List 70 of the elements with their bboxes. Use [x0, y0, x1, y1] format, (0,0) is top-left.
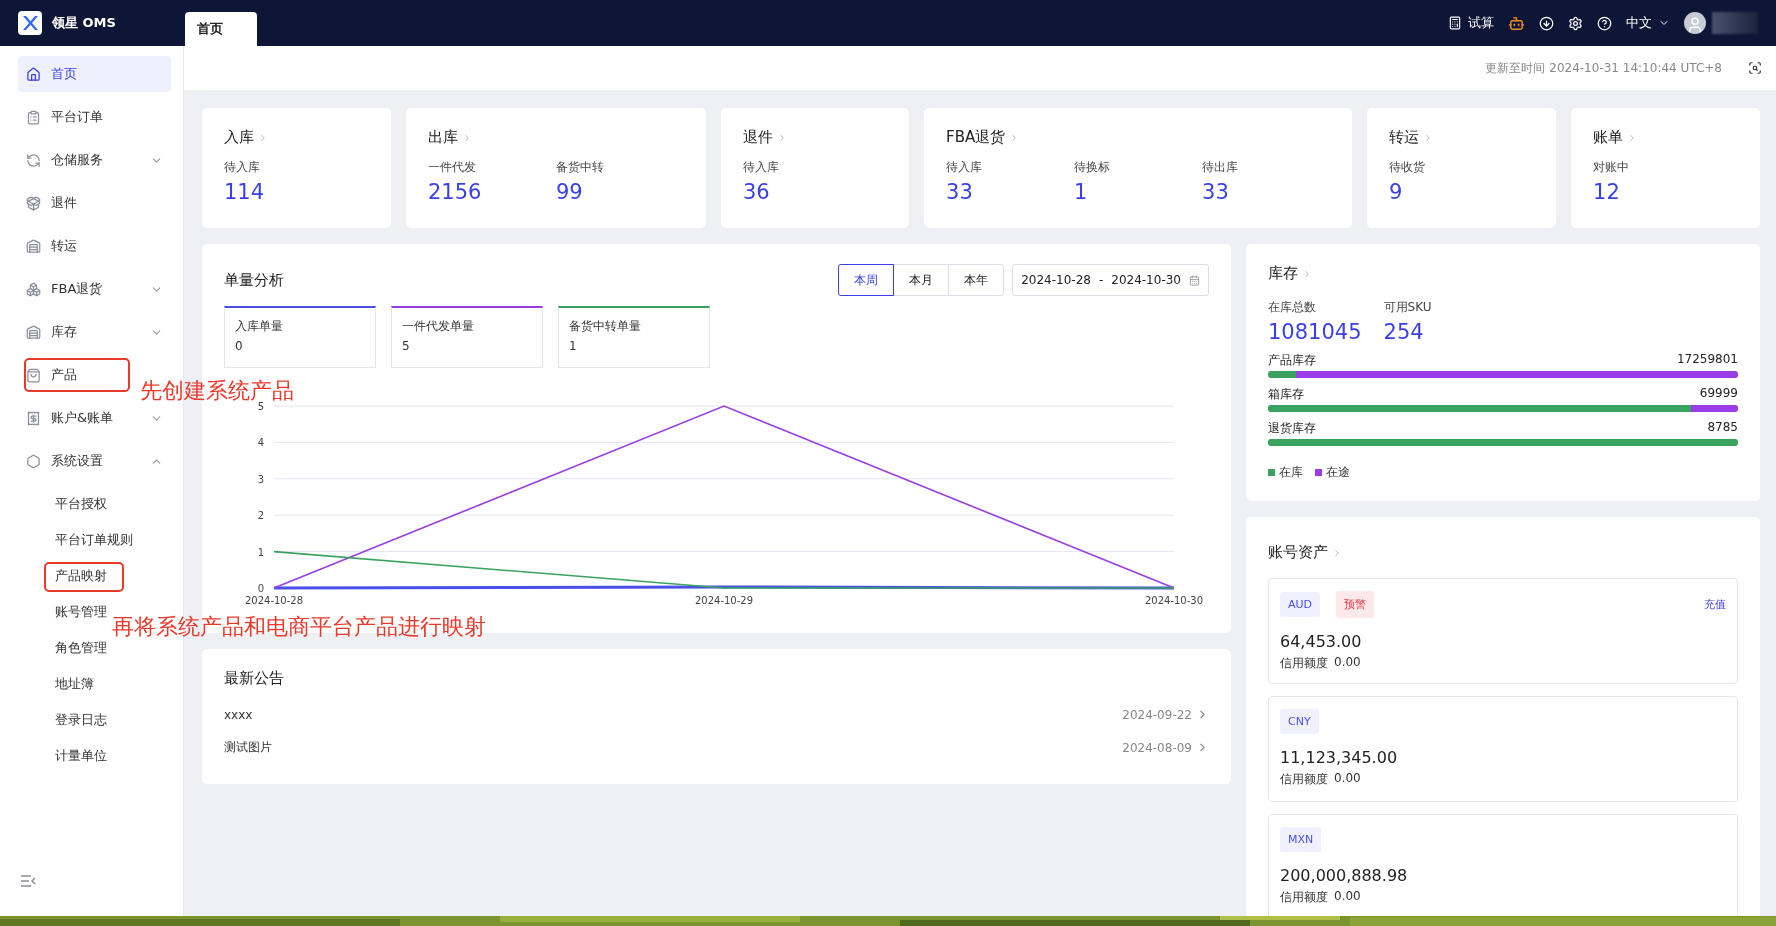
axis-label: 0 — [257, 583, 264, 594]
account-balance: 11,123,345.00 — [1280, 748, 1399, 767]
legend-label: 在途 — [1326, 464, 1350, 481]
metric-value: 33 — [946, 180, 974, 204]
credit-value: 0.00 — [1334, 655, 1361, 671]
currency-tag: MXN — [1280, 827, 1322, 852]
metric-value: 99 — [555, 180, 584, 204]
metric-value: 9 — [1389, 180, 1404, 204]
metric-value: 33 — [1202, 180, 1230, 204]
bar-label: 产品库存 — [1268, 352, 1316, 369]
app-name: 领星 OMS — [52, 14, 116, 32]
update-time: 更新至时间 2024-10-31 14:10:44 UTC+8 — [1485, 59, 1722, 77]
axis-label: 2024-10-28 — [244, 595, 304, 606]
summary-card: 入库单量 0 — [224, 306, 376, 368]
credit-label: 信用额度 — [1280, 889, 1328, 906]
credit-value: 0.00 — [1334, 771, 1361, 787]
card-title: 库存 — [1268, 264, 1298, 283]
axis-label: 5 — [257, 401, 264, 412]
account-balance: 200,000,888.98 — [1280, 866, 1409, 885]
metric-value: 36 — [742, 180, 771, 204]
metric-value: 12 — [1593, 180, 1621, 204]
axis-label: 2 — [257, 510, 264, 522]
metric-label: 待入库 — [224, 159, 261, 176]
metric-label: 待换标 — [1074, 159, 1112, 176]
bar-label: 退货库存 — [1268, 420, 1316, 437]
metric-value: 2156 — [427, 180, 483, 204]
account-balance: 64,453.00 — [1280, 632, 1363, 651]
metric-value: 254 — [1383, 320, 1425, 344]
axis-label: 2024-10-30 — [1144, 595, 1204, 606]
notice-date: 2024-09-22 — [1122, 707, 1192, 722]
card-title: 账单 — [1593, 128, 1623, 147]
metric-value: 114 — [224, 180, 266, 204]
axis-label: 1 — [257, 546, 264, 558]
summary-card: 一件代发单量 5 — [391, 306, 543, 368]
bar-value: 17259801 — [1676, 352, 1738, 368]
card-title: 退件 — [742, 128, 773, 147]
bar-value: 8785 — [1707, 420, 1738, 436]
bar-label: 箱库存 — [1268, 386, 1304, 403]
metric-label: 备货中转 — [555, 159, 605, 176]
currency-tag: AUD — [1280, 592, 1321, 617]
axis-label: 4 — [257, 437, 264, 449]
metric-label: 一件代发 — [427, 159, 477, 176]
card-title: 转运 — [1389, 128, 1420, 147]
summary-card: 备货中转单量 1 — [558, 306, 710, 368]
metric-label: 可用SKU — [1383, 299, 1432, 316]
metric-label: 待收货 — [1389, 159, 1427, 176]
legend-label: 在库 — [1279, 464, 1303, 481]
metric-label: 待出库 — [1202, 159, 1240, 176]
card-title: 单量分析 — [224, 270, 284, 290]
metric-label: 待入库 — [946, 159, 984, 176]
card-title: 最新公告 — [224, 669, 284, 688]
metric-label: 待入库 — [742, 159, 780, 176]
card-title: 账号资产 — [1268, 543, 1328, 562]
metric-label: 在库总数 — [1268, 299, 1317, 316]
credit-label: 信用额度 — [1280, 771, 1328, 788]
axis-label: 3 — [257, 473, 264, 485]
metric-label: 对账中 — [1593, 159, 1630, 176]
metric-value: 1081045 — [1268, 320, 1362, 344]
notice-date: 2024-08-09 — [1122, 740, 1192, 755]
credit-label: 信用额度 — [1280, 655, 1328, 672]
warning-tag: 预警 — [1336, 591, 1375, 618]
card-title: FBA退货 — [946, 128, 1006, 147]
metric-value: 1 — [1074, 180, 1089, 204]
card-title: 出库 — [427, 128, 458, 147]
credit-value: 0.00 — [1334, 889, 1361, 905]
card-title: 入库 — [224, 128, 254, 147]
annotation-text: 再将系统产品和电商平台产品进行映射 — [112, 613, 486, 641]
currency-tag: CNY — [1280, 709, 1319, 734]
axis-label: 2024-10-29 — [694, 595, 754, 606]
bar-value: 69999 — [1699, 386, 1738, 402]
